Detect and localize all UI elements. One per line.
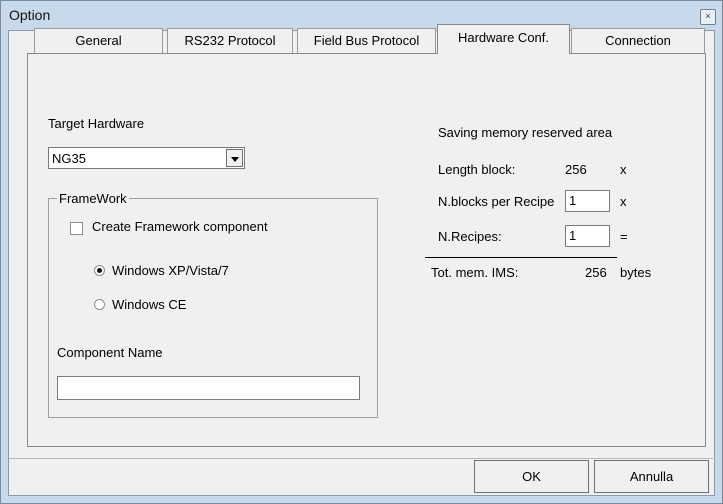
total-mem-value: 256 xyxy=(585,265,607,280)
create-framework-label: Create Framework component xyxy=(92,219,268,234)
recipes-input[interactable]: 1 xyxy=(565,225,610,247)
create-framework-checkbox[interactable] xyxy=(70,222,83,235)
component-name-label: Component Name xyxy=(57,345,163,360)
button-separator xyxy=(9,458,713,459)
framework-group-title: FrameWork xyxy=(57,191,129,206)
blocks-per-recipe-input[interactable]: 1 xyxy=(565,190,610,212)
length-block-value: 256 xyxy=(565,162,587,177)
windows-ce-label: Windows CE xyxy=(112,297,187,312)
multiply-sign-2: x xyxy=(620,194,627,209)
total-mem-label: Tot. mem. IMS: xyxy=(431,265,519,280)
multiply-sign-1: x xyxy=(620,162,627,177)
cancel-button[interactable]: Annulla xyxy=(594,460,709,493)
length-block-label: Length block: xyxy=(438,162,516,177)
blocks-per-recipe-label: N.blocks per Recipe xyxy=(438,194,555,209)
recipes-label: N.Recipes: xyxy=(438,229,502,244)
equals-sign: = xyxy=(620,229,628,244)
total-mem-unit: bytes xyxy=(620,265,652,280)
total-divider xyxy=(425,257,617,258)
ok-button[interactable]: OK xyxy=(474,460,589,493)
target-hardware-select[interactable]: NG35 xyxy=(48,147,245,169)
windows-xp-label: Windows XP/Vista/7 xyxy=(112,263,229,278)
windows-ce-radio[interactable] xyxy=(94,299,105,310)
windows-xp-radio[interactable] xyxy=(94,265,105,276)
target-hardware-value: NG35 xyxy=(52,151,86,166)
component-name-input[interactable] xyxy=(57,376,360,400)
chevron-down-icon[interactable] xyxy=(226,149,243,167)
memory-area-title: Saving memory reserved area xyxy=(438,125,613,140)
target-hardware-label: Target Hardware xyxy=(48,116,145,131)
